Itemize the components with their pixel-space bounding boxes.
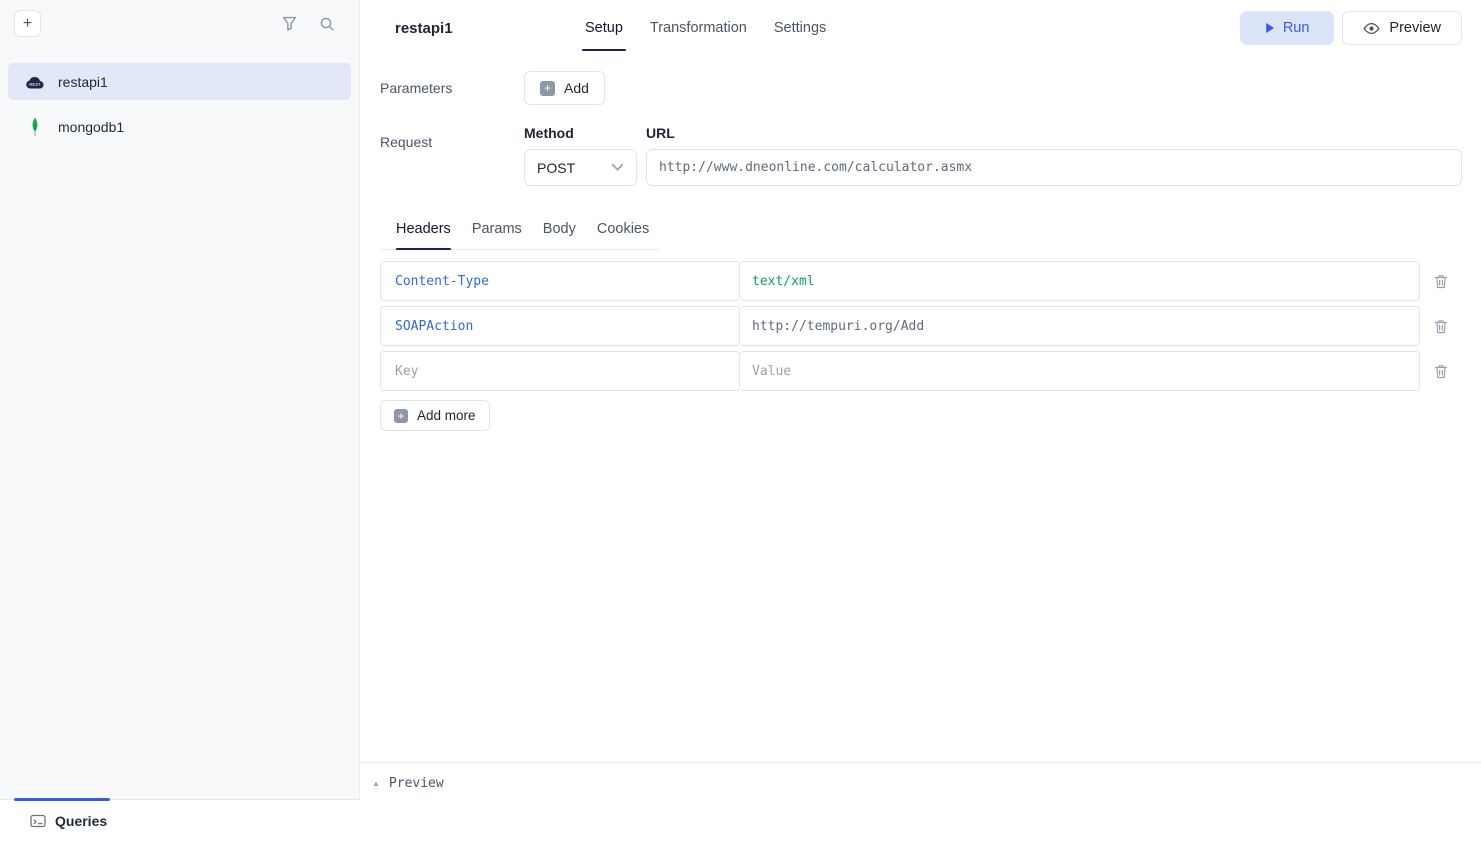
header-row-empty <box>380 351 1462 391</box>
delete-row-button[interactable] <box>1420 351 1462 391</box>
tab-settings[interactable]: Settings <box>774 0 826 56</box>
subtab-params[interactable]: Params <box>472 221 522 249</box>
parameters-row: Parameters + Add <box>380 71 1462 105</box>
request-row: Request Method POST URL <box>380 125 1462 186</box>
search-icon[interactable] <box>319 16 335 32</box>
query-item-mongodb1[interactable]: mongodb1 <box>8 108 351 145</box>
filter-icon[interactable] <box>282 16 297 31</box>
preview-button[interactable]: Preview <box>1342 11 1462 45</box>
expand-up-icon: ▲ <box>372 779 380 788</box>
header-key-input[interactable] <box>380 351 740 391</box>
main-panel: restapi1 Setup Transformation Settings R… <box>360 0 1481 841</box>
subtab-headers[interactable]: Headers <box>396 221 451 249</box>
trash-icon <box>1434 319 1448 334</box>
queries-icon <box>30 814 46 828</box>
setup-section: Parameters + Add Request Method POST <box>360 56 1481 431</box>
header-value-input[interactable] <box>740 306 1420 346</box>
header-tabs: Setup Transformation Settings <box>585 0 826 56</box>
trash-icon <box>1434 274 1448 289</box>
delete-row-button[interactable] <box>1420 261 1462 301</box>
url-label: URL <box>646 125 1462 141</box>
method-value: POST <box>537 160 575 176</box>
add-parameter-label: Add <box>564 80 589 96</box>
svg-text:REST: REST <box>29 82 41 87</box>
chevron-down-icon <box>611 163 624 172</box>
eye-icon <box>1363 22 1380 35</box>
tab-setup[interactable]: Setup <box>585 0 623 56</box>
queries-sidebar: + REST restapi1 mongodb <box>0 0 360 841</box>
play-icon <box>1265 22 1275 34</box>
query-title: restapi1 <box>395 20 585 37</box>
response-preview-label: Preview <box>389 776 444 791</box>
new-query-button[interactable]: + <box>14 10 41 37</box>
add-more-button[interactable]: + Add more <box>380 400 490 431</box>
preview-button-label: Preview <box>1389 20 1441 36</box>
rest-api-icon: REST <box>24 75 46 89</box>
plus-icon: + <box>394 409 408 423</box>
queries-tab-label: Queries <box>55 813 107 829</box>
query-item-label: restapi1 <box>58 74 108 90</box>
parameters-label: Parameters <box>380 71 524 96</box>
headers-table <box>380 261 1462 391</box>
query-item-restapi1[interactable]: REST restapi1 <box>8 63 351 100</box>
request-subtabs: Headers Params Body Cookies <box>380 221 659 250</box>
tab-transformation[interactable]: Transformation <box>650 0 747 56</box>
sidebar-bottom-bar: Queries <box>0 799 360 841</box>
response-preview-bar[interactable]: ▲ Preview <box>360 762 1481 841</box>
app-root: + REST restapi1 mongodb <box>0 0 1481 841</box>
header-value-input[interactable] <box>740 351 1420 391</box>
header-row <box>380 261 1462 301</box>
queries-tab-active-indicator <box>14 798 110 801</box>
subtab-cookies[interactable]: Cookies <box>597 221 649 249</box>
method-select[interactable]: POST <box>524 149 637 186</box>
add-more-label: Add more <box>417 408 476 423</box>
subtab-body[interactable]: Body <box>543 221 576 249</box>
header-actions: Run Preview <box>1240 11 1462 45</box>
trash-icon <box>1434 364 1448 379</box>
header-value-input[interactable] <box>740 261 1420 301</box>
run-button[interactable]: Run <box>1240 11 1335 45</box>
run-button-label: Run <box>1283 20 1310 36</box>
main-header: restapi1 Setup Transformation Settings R… <box>360 0 1481 56</box>
query-list: REST restapi1 mongodb1 <box>0 47 359 145</box>
queries-tab[interactable]: Queries <box>0 800 360 841</box>
sidebar-header: + <box>0 0 359 47</box>
url-input[interactable] <box>646 149 1462 186</box>
add-parameter-button[interactable]: + Add <box>524 71 605 105</box>
header-key-input[interactable] <box>380 261 740 301</box>
delete-row-button[interactable] <box>1420 306 1462 346</box>
plus-icon: + <box>540 81 555 96</box>
query-item-label: mongodb1 <box>58 119 124 135</box>
header-key-input[interactable] <box>380 306 740 346</box>
url-column: URL <box>646 125 1462 186</box>
mongodb-icon <box>24 117 46 137</box>
request-label: Request <box>380 125 524 186</box>
method-column: Method POST <box>524 125 637 186</box>
header-row <box>380 306 1462 346</box>
method-label: Method <box>524 125 637 141</box>
